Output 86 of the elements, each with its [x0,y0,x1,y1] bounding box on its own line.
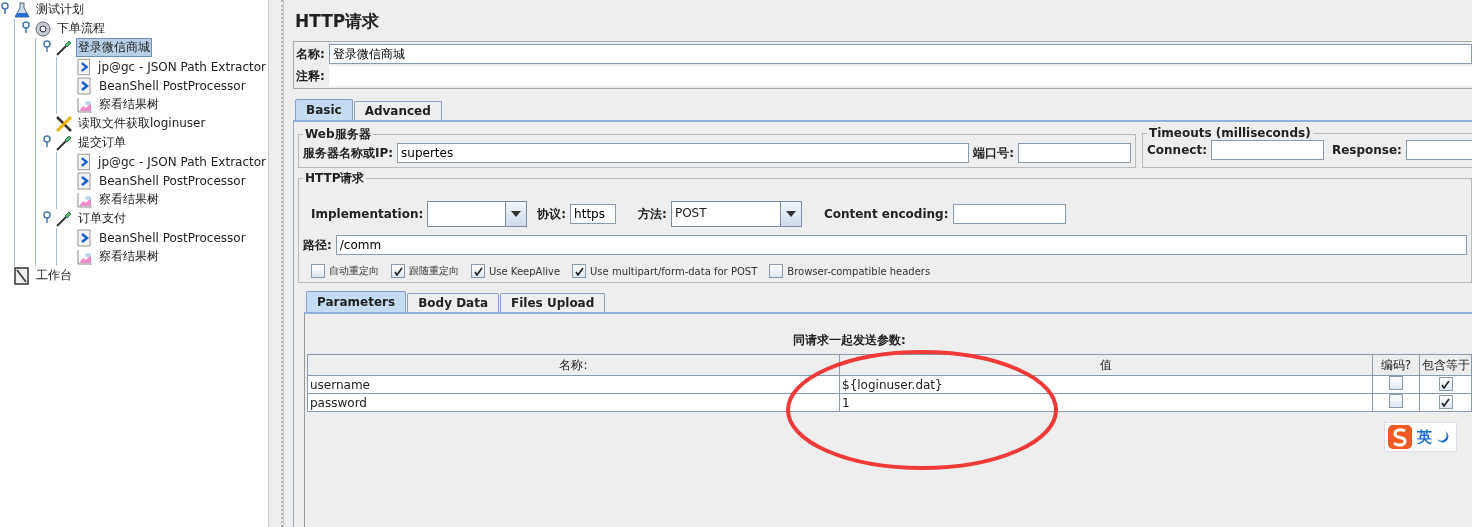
name-field[interactable]: 登录微信商城 [328,44,1472,64]
protocol-field[interactable]: https [570,204,617,224]
connect-field[interactable] [1210,140,1324,160]
check-icon [473,266,483,276]
field-label: Implementation: [311,207,424,221]
group-title: HTTP请求 [304,170,366,187]
tree-node[interactable]: BeanShell PostProcessor [97,77,248,94]
tree-node[interactable]: 订单支付 [76,209,128,228]
path-field[interactable]: /comm [335,235,1467,255]
column-header[interactable]: 名称: [307,354,840,376]
tree-node[interactable]: jp@gc - JSON Path Extractor [96,58,268,75]
option-label: Use KeepAlive [489,265,561,277]
field-label: 协议: [537,205,567,223]
ime-logo-icon [1387,424,1413,450]
tab[interactable]: Advanced [353,101,442,120]
field-label: 服务器名称或IP: [303,144,394,162]
panel-title: HTTP请求 [294,10,381,33]
tree-node[interactable]: jp@gc - JSON Path Extractor [96,153,268,170]
check-icon [574,266,584,276]
chart-icon [76,190,94,209]
moon-icon [1436,430,1450,444]
tree-node[interactable]: BeanShell PostProcessor [97,172,248,189]
option-label: Browser-compatible headers [787,265,931,277]
group-title: Web服务器 [304,126,372,143]
table-caption: 同请求一起发送参数: [792,332,907,349]
tree-node[interactable]: 察看结果树 [97,190,161,209]
tab[interactable]: Basic [295,99,353,120]
gear-icon [34,19,52,38]
server-field[interactable]: supertes [397,143,970,163]
tab[interactable]: Files Upload [500,293,606,312]
column-header[interactable]: 编码? [1372,354,1420,376]
pipette-icon [55,38,73,57]
checkbox[interactable] [1389,394,1403,408]
checkbox[interactable] [471,264,485,278]
option-label: 跟随重定向 [409,264,459,278]
pipette-icon [55,133,73,152]
tree-node[interactable]: 测试计划 [34,0,86,19]
tree-node[interactable]: 提交订单 [76,133,128,152]
method-dropdown[interactable]: POST [670,201,802,227]
field-label: 端口号: [973,144,1014,162]
field-label: 注释: [296,67,325,85]
option-label: 自动重定向 [329,264,379,278]
group-title: Timeouts (milliseconds) [1148,126,1312,140]
field-label: Response: [1331,143,1402,157]
expand-handle-icon[interactable] [21,21,31,33]
checkbox[interactable] [1438,377,1453,392]
expand-handle-icon[interactable] [42,211,52,223]
checkbox[interactable] [769,264,784,278]
checkbox[interactable] [1389,376,1403,390]
pipette-icon [55,209,73,228]
tree-node[interactable]: 察看结果树 [97,247,161,266]
column-header[interactable]: 值 [839,354,1373,376]
checkbox[interactable] [1438,395,1453,410]
expand-handle-icon[interactable] [42,40,52,52]
port-field[interactable] [1018,143,1131,163]
field-label: 名称: [296,45,325,63]
ime-toolbar[interactable]: 英 [1384,422,1457,452]
tree-node[interactable]: 工作台 [34,266,74,285]
expand-handle-icon[interactable] [42,135,52,147]
field-label: 方法: [638,205,667,223]
field-label: Connect: [1147,143,1207,157]
dropdown-caret-icon [511,211,522,217]
tree-node[interactable]: 读取文件获取loginuser [76,114,208,133]
implementation-dropdown[interactable] [427,201,528,227]
expand-handle-icon[interactable] [0,2,10,14]
checkbox[interactable] [572,264,587,278]
tree-node[interactable]: BeanShell PostProcessor [97,229,248,246]
field-label: 路径: [303,236,332,254]
column-header[interactable]: 包含等于 [1419,354,1472,376]
chart-icon [76,95,94,114]
tree-node[interactable]: 登录微信商城 [76,38,152,57]
tree-node[interactable]: 察看结果树 [97,95,161,114]
tools-icon [55,114,73,133]
notepad-icon [13,266,31,285]
checkbox[interactable] [391,264,405,278]
check-icon [393,266,403,276]
tree-node[interactable]: 下单流程 [55,19,107,38]
flask-icon [13,0,31,19]
dropdown-caret-icon [785,211,796,217]
chart-icon [76,247,94,266]
option-label: Use multipart/form-data for POST [590,265,758,277]
tab[interactable]: Parameters [306,291,407,312]
field-label: Content encoding: [823,207,949,221]
tab[interactable]: Body Data [407,293,500,312]
encoding-field[interactable] [952,204,1066,224]
checkbox[interactable] [311,264,325,278]
